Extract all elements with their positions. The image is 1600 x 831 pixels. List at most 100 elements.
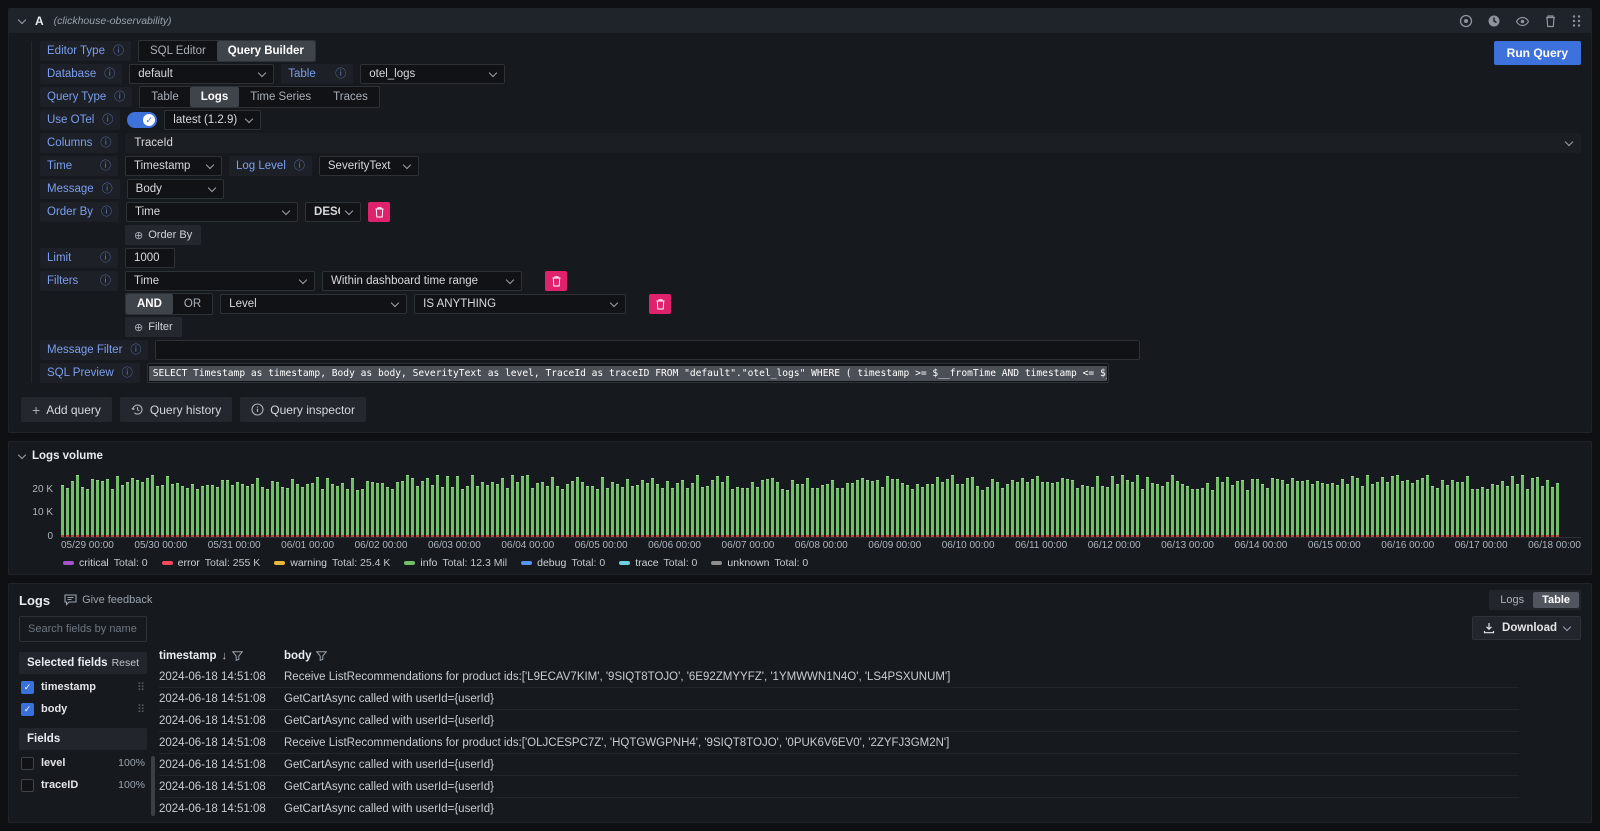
segment-option-table[interactable]: Table (1533, 592, 1579, 608)
table-row[interactable]: 2024-06-18 14:51:08GetCartAsync called w… (159, 776, 1519, 798)
legend-item-critical[interactable]: criticalTotal: 0 (63, 557, 148, 569)
info-icon[interactable]: ⓘ (130, 345, 141, 356)
otel-version-select[interactable]: latest (1.2.9) (164, 110, 261, 130)
sql-preview-text[interactable]: SELECT Timestamp as timestamp, Body as b… (149, 366, 1107, 381)
segment-option-logs[interactable]: Logs (1491, 592, 1533, 608)
segment-option-traces[interactable]: Traces (322, 87, 379, 107)
available-field-level: level100% (19, 754, 147, 772)
info-icon[interactable]: ⓘ (294, 161, 305, 172)
segment-option-and[interactable]: AND (126, 294, 173, 314)
legend-item-error[interactable]: errorTotal: 255 K (162, 557, 261, 569)
filter2-operator-select[interactable]: IS ANYTHING (414, 294, 626, 314)
table-row[interactable]: 2024-06-18 14:51:08GetCartAsync called w… (159, 710, 1519, 732)
download-button[interactable]: Download (1472, 616, 1581, 640)
table-row[interactable]: 2024-06-18 14:51:08Receive ListRecommend… (159, 666, 1519, 688)
drag-handle-icon[interactable]: ⠿ (137, 703, 145, 716)
segment-option-table[interactable]: Table (140, 87, 190, 107)
query-history-icon[interactable] (1487, 14, 1501, 28)
chevron-down-icon (282, 206, 290, 214)
legend-item-unknown[interactable]: unknownTotal: 0 (711, 557, 808, 569)
query-row-header[interactable]: A (clickhouse-observability) (9, 9, 1591, 33)
legend-item-info[interactable]: infoTotal: 12.3 Mil (404, 557, 507, 569)
logs-table-header: timestamp ↓ body (159, 646, 1519, 666)
timestamp-column-header[interactable]: timestamp (159, 650, 217, 662)
info-icon[interactable]: ⓘ (122, 368, 133, 379)
info-icon[interactable]: ⓘ (100, 138, 111, 149)
filter-funnel-icon[interactable] (232, 651, 243, 661)
volume-bar (766, 479, 769, 537)
table-row[interactable]: 2024-06-18 14:51:08GetCartAsync called w… (159, 754, 1519, 776)
info-icon[interactable]: ⓘ (100, 276, 111, 287)
info-icon[interactable]: ⓘ (104, 69, 115, 80)
order-direction-select[interactable]: DESC (305, 202, 361, 222)
volume-bar (1181, 484, 1184, 537)
info-icon[interactable]: ⓘ (100, 161, 111, 172)
limit-input[interactable]: 1000 (125, 248, 175, 268)
info-icon[interactable]: ⓘ (102, 184, 113, 195)
message-column-select[interactable]: Body (127, 179, 224, 199)
time-column-select[interactable]: Timestamp (125, 156, 222, 176)
chevron-down-icon (206, 160, 214, 168)
log-level-select[interactable]: SeverityText (319, 156, 419, 176)
segment-option-logs[interactable]: Logs (190, 87, 239, 107)
query-history-button[interactable]: Query history (120, 397, 232, 422)
filter-funnel-icon[interactable] (316, 651, 327, 661)
volume-bar (121, 485, 124, 537)
body-column-header[interactable]: body (284, 650, 311, 662)
collapse-chevron-icon[interactable] (18, 15, 26, 23)
disable-query-icon[interactable] (1459, 14, 1473, 28)
info-icon[interactable]: ⓘ (114, 92, 125, 103)
add-query-button[interactable]: +Add query (21, 397, 112, 422)
message-filter-input[interactable] (155, 340, 1140, 360)
order-by-field-select[interactable]: Time (126, 202, 298, 222)
legend-item-debug[interactable]: debugTotal: 0 (521, 557, 605, 569)
filter-operator-select[interactable]: Within dashboard time range (322, 271, 522, 291)
sort-desc-icon[interactable]: ↓ (222, 650, 228, 662)
columns-multiselect[interactable]: TraceId (125, 133, 1581, 153)
add-order-by-button[interactable]: ⊕Order By (125, 225, 201, 245)
table-row[interactable]: 2024-06-18 14:51:08GetCartAsync called w… (159, 798, 1519, 816)
info-icon[interactable]: ⓘ (101, 207, 112, 218)
table-select[interactable]: otel_logs (360, 64, 505, 84)
bars-plot[interactable] (61, 472, 1581, 538)
remove-filter2-button[interactable] (649, 294, 671, 314)
info-icon[interactable]: ⓘ (113, 46, 124, 57)
add-filter-button[interactable]: ⊕Filter (125, 317, 182, 337)
query-inspector-button[interactable]: Query inspector (240, 397, 366, 422)
drag-handle-icon[interactable] (1571, 14, 1581, 28)
checkbox-unchecked[interactable] (21, 757, 34, 770)
filter2-field-select[interactable]: Level (220, 294, 407, 314)
segment-option-sql-editor[interactable]: SQL Editor (139, 41, 217, 61)
reset-fields-button[interactable]: Reset (112, 657, 139, 669)
logs-volume-header[interactable]: Logs volume (19, 448, 1581, 464)
volume-bar (321, 489, 324, 537)
drag-handle-icon[interactable]: ⠿ (137, 681, 145, 694)
table-row[interactable]: 2024-06-18 14:51:08GetCartAsync called w… (159, 688, 1519, 710)
checkbox-checked[interactable]: ✓ (21, 681, 34, 694)
give-feedback-link[interactable]: Give feedback (64, 594, 152, 606)
remove-filter-button[interactable] (545, 271, 567, 291)
database-select[interactable]: default (129, 64, 274, 84)
remove-order-by-button[interactable] (368, 202, 390, 222)
info-icon[interactable]: ⓘ (102, 115, 113, 126)
info-icon[interactable]: ⓘ (100, 253, 111, 264)
search-fields-input[interactable] (19, 616, 147, 642)
hide-response-eye-icon[interactable] (1515, 14, 1530, 29)
delete-query-trash-icon[interactable] (1544, 14, 1557, 28)
segment-option-or[interactable]: OR (173, 294, 212, 314)
volume-bar (986, 487, 989, 537)
filter-field-select[interactable]: Time (125, 271, 315, 291)
checkbox-checked[interactable]: ✓ (21, 703, 34, 716)
collapse-chevron-icon[interactable] (18, 450, 26, 458)
table-row[interactable]: 2024-06-18 14:51:08Receive ListRecommend… (159, 732, 1519, 754)
checkbox-unchecked[interactable] (21, 779, 34, 792)
segment-option-query-builder[interactable]: Query Builder (217, 41, 315, 61)
run-query-button[interactable]: Run Query (1494, 41, 1581, 65)
legend-item-warning[interactable]: warningTotal: 25.4 K (274, 557, 390, 569)
legend-item-trace[interactable]: traceTotal: 0 (619, 557, 697, 569)
segment-option-time-series[interactable]: Time Series (239, 87, 322, 107)
info-icon[interactable]: ⓘ (335, 69, 346, 80)
legend-label: error (178, 557, 200, 569)
sidebar-scrollbar[interactable] (151, 756, 155, 816)
use-otel-toggle[interactable]: ✓ (127, 112, 157, 128)
